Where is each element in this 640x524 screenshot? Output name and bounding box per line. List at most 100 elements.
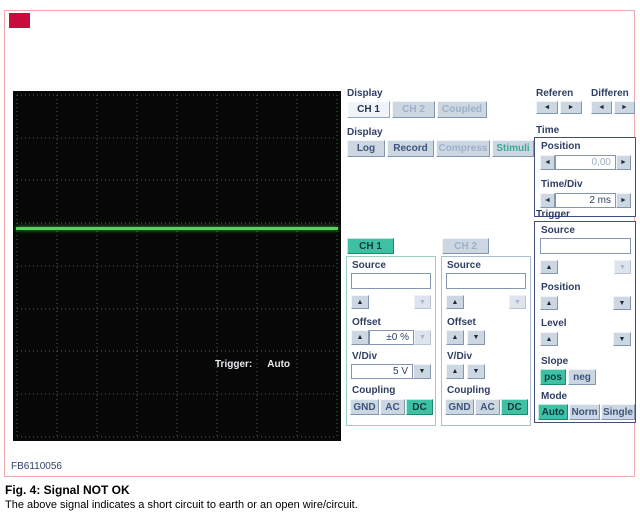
mode-buttons: Auto Norm Single	[538, 404, 635, 420]
down-arrow-icon: ▼	[619, 300, 626, 307]
display-log-button[interactable]: Log	[347, 140, 385, 157]
time-position-value: 0,00	[555, 155, 616, 170]
up-arrow-icon: ▲	[452, 334, 459, 341]
ch1-vdiv-dropdown-button[interactable]: ▼	[413, 364, 431, 379]
display-modes-label: Display	[347, 127, 383, 139]
mode-single-button[interactable]: Single	[601, 404, 635, 420]
ch1-coupling-dc-button[interactable]: DC	[406, 399, 433, 415]
ch1-source-up-button[interactable]: ▲	[351, 295, 369, 309]
time-group-label: Time	[536, 125, 559, 137]
trigger-level-spinner: ▲ ▼	[540, 332, 631, 346]
spacer	[558, 296, 613, 310]
slope-neg-button[interactable]: neg	[568, 369, 596, 385]
ch1-header-button[interactable]: CH 1	[347, 238, 394, 254]
slope-buttons: pos neg	[540, 369, 631, 385]
time-position-spinner: ◄ 0,00 ►	[540, 155, 631, 170]
slope-pos-button[interactable]: pos	[540, 369, 566, 385]
ch1-coupling-buttons: GND AC DC	[350, 399, 434, 415]
ch2-coupling-buttons: GND AC DC	[445, 399, 529, 415]
reference-next-button[interactable]: ►	[560, 101, 582, 114]
ch2-source-field[interactable]	[446, 273, 526, 289]
down-arrow-icon: ▼	[619, 336, 626, 343]
ch2-panel: Source ▲ ▼ Offset ▲ ▼ V/Div ▲ ▼ Coupling…	[441, 256, 531, 426]
time-position-decrease-button[interactable]: ◄	[540, 155, 555, 170]
ch1-offset-label: Offset	[352, 317, 381, 329]
ch2-vdiv-spinner: ▲ ▼	[446, 364, 526, 379]
ch2-coupling-gnd-button[interactable]: GND	[445, 399, 474, 415]
trigger-source-controls: ▲ ▼	[540, 260, 631, 274]
display-record-button[interactable]: Record	[387, 140, 434, 157]
down-arrow-icon: ▼	[419, 299, 426, 306]
ch1-source-field[interactable]	[351, 273, 431, 289]
mode-label: Mode	[541, 391, 567, 403]
time-position-increase-button[interactable]: ►	[616, 155, 631, 170]
spacer	[558, 260, 614, 274]
reference-label: Referen	[536, 88, 573, 100]
spacer	[369, 295, 414, 309]
ch2-header-button[interactable]: CH 2	[442, 238, 489, 254]
ch2-coupling-ac-button[interactable]: AC	[475, 399, 500, 415]
figure-frame: Trigger: Auto Display CH 1 CH 2 Coupled …	[4, 10, 635, 477]
trigger-level-label: Level	[541, 318, 567, 330]
differential-prev-button[interactable]: ◄	[591, 101, 612, 114]
ch2-vdiv-down-button[interactable]: ▼	[467, 364, 485, 379]
differential-spinner: ◄ ►	[591, 101, 635, 114]
ch1-coupling-gnd-button[interactable]: GND	[350, 399, 379, 415]
timediv-decrease-button[interactable]: ◄	[540, 193, 555, 208]
ch1-vdiv-value: 5 V	[351, 364, 413, 379]
display-compress-button[interactable]: Compress	[436, 140, 490, 157]
display-stimuli-button[interactable]: Stimuli	[492, 140, 534, 157]
display-ch1-button[interactable]: CH 1	[347, 101, 390, 118]
ch2-offset-up-button[interactable]: ▲	[446, 330, 464, 345]
trigger-position-down-button[interactable]: ▼	[613, 296, 631, 310]
right-arrow-icon: ►	[620, 197, 627, 204]
ch2-source-label: Source	[447, 260, 481, 272]
left-arrow-icon: ◄	[544, 197, 551, 204]
ch1-coupling-ac-button[interactable]: AC	[380, 399, 405, 415]
right-arrow-icon: ►	[620, 159, 627, 166]
mode-norm-button[interactable]: Norm	[569, 404, 600, 420]
trigger-source-dropdown-button[interactable]: ▼	[614, 260, 631, 274]
down-arrow-icon: ▼	[473, 368, 480, 375]
ch1-offset-dropdown-button[interactable]: ▼	[414, 330, 431, 345]
caption-title: Fig. 4: Signal NOT OK	[5, 483, 130, 497]
trigger-position-up-button[interactable]: ▲	[540, 296, 558, 310]
ch2-offset-label: Offset	[447, 317, 476, 329]
left-arrow-icon: ◄	[544, 159, 551, 166]
signal-trace	[16, 227, 338, 230]
right-arrow-icon: ►	[568, 104, 575, 111]
display-coupled-button[interactable]: Coupled	[437, 101, 487, 118]
ch2-offset-down-button[interactable]: ▼	[467, 330, 485, 345]
ch2-source-up-button[interactable]: ▲	[446, 295, 464, 309]
ch2-vdiv-label: V/Div	[447, 351, 472, 363]
ch1-panel: Source ▲ ▼ Offset ▲ ±0 % ▼ V/Div 5 V ▼ C…	[346, 256, 436, 426]
ch2-source-dropdown-button[interactable]: ▼	[509, 295, 526, 309]
ch2-coupling-dc-button[interactable]: DC	[501, 399, 528, 415]
trigger-source-label: Source	[541, 225, 575, 237]
ch2-vdiv-up-button[interactable]: ▲	[446, 364, 464, 379]
display-ch2-button[interactable]: CH 2	[392, 101, 435, 118]
ch2-coupling-label: Coupling	[447, 385, 490, 397]
ch1-offset-up-button[interactable]: ▲	[351, 330, 369, 345]
ch1-vdiv-selector: 5 V ▼	[351, 364, 431, 379]
ch1-coupling-label: Coupling	[352, 385, 395, 397]
differential-next-button[interactable]: ►	[614, 101, 635, 114]
ch1-source-dropdown-button[interactable]: ▼	[414, 295, 431, 309]
up-arrow-icon: ▲	[452, 368, 459, 375]
down-arrow-icon: ▼	[473, 334, 480, 341]
down-arrow-icon: ▼	[419, 368, 426, 375]
ch1-source-label: Source	[352, 260, 386, 272]
display-channels-label: Display	[347, 88, 383, 100]
ch1-source-controls: ▲ ▼	[351, 295, 431, 309]
scope-trigger-status: Trigger: Auto	[215, 359, 290, 370]
spacer	[464, 295, 509, 309]
trigger-level-down-button[interactable]: ▼	[613, 332, 631, 346]
timediv-label: Time/Div	[541, 179, 583, 191]
trigger-level-up-button[interactable]: ▲	[540, 332, 558, 346]
reference-prev-button[interactable]: ◄	[536, 101, 558, 114]
trigger-position-spinner: ▲ ▼	[540, 296, 631, 310]
timediv-increase-button[interactable]: ►	[616, 193, 631, 208]
trigger-source-up-button[interactable]: ▲	[540, 260, 558, 274]
mode-auto-button[interactable]: Auto	[538, 404, 568, 420]
trigger-source-field[interactable]	[540, 238, 631, 254]
